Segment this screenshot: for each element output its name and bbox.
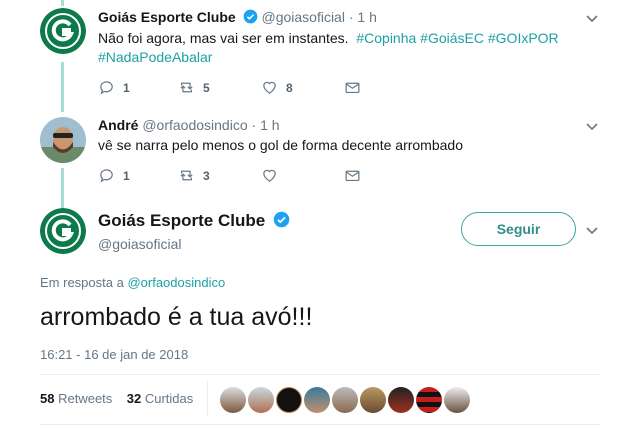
liker-avatar[interactable] [332,387,358,413]
liker-avatar[interactable] [248,387,274,413]
tweet1-actions: 1 5 8 [98,79,398,99]
main-tweet-text: arrombado é a tua avó!!! [40,303,313,331]
like-button[interactable] [261,167,286,184]
liker-avatar[interactable] [220,387,246,413]
thread-line-1 [61,62,64,112]
thread-line-top [61,0,64,6]
user-photo-icon [40,117,86,163]
retweets-stat[interactable]: 58 Retweets [40,391,116,406]
reply-to-link[interactable]: @orfaodosindico [127,275,225,290]
retweet-count: 5 [203,80,210,95]
tweet2-header: André @orfaodosindico · 1 h [98,117,280,133]
reply-count: 1 [123,168,130,183]
envelope-icon [345,170,360,182]
reply-icon [100,169,113,183]
retweets-label: Retweets [58,391,113,406]
likes-label: Curtidas [144,391,194,406]
divider-bottom [40,424,600,425]
tweet2-actions: 1 3 [98,167,398,187]
heart-icon [263,81,276,94]
main-handle[interactable]: @goiasoficial [98,236,181,252]
goias-avatar[interactable] [40,8,86,54]
liker-avatar[interactable] [388,387,414,413]
andre-avatar[interactable] [40,117,86,163]
reply-icon [100,81,113,95]
hashtag-copinha[interactable]: #Copinha [356,30,416,46]
engagement-stats: 58 Retweets 32 Curtidas [40,391,193,406]
tweet1-handle[interactable]: @goiasoficial [261,9,344,25]
goias-logo [40,208,86,254]
like-button[interactable]: 8 [261,79,293,96]
retweet-icon [180,170,193,181]
thread-line-2 [61,168,64,208]
retweet-button[interactable]: 5 [178,79,210,96]
tweet2-time[interactable]: · 1 h [252,117,280,133]
reply-button[interactable]: 1 [98,79,130,96]
retweets-count: 58 [40,391,55,406]
liker-avatar[interactable] [276,387,302,413]
tweet1-text: Não foi agora, mas vai ser em instantes.… [98,29,598,67]
hashtag-goixpor[interactable]: #GOIxPOR [488,30,559,46]
chevron-down-icon[interactable] [584,222,600,238]
liker-avatar[interactable] [444,387,470,413]
goias-logo [40,8,86,54]
chevron-down-icon[interactable] [584,10,600,26]
like-count: 8 [286,80,293,95]
main-author: Goiás Esporte Clube [98,211,290,231]
tweet1-body: Não foi agora, mas vai ser em instantes. [98,30,349,46]
reply-context: Em resposta a @orfaodosindico [40,275,225,290]
liker-avatar[interactable] [360,387,386,413]
hashtag-goiasec[interactable]: #GoiásEC [420,30,484,46]
goias-avatar-main[interactable] [40,208,86,254]
dm-button[interactable] [344,79,361,96]
tweet2-author-name[interactable]: André [98,117,138,133]
dm-button[interactable] [344,167,361,184]
retweet-count: 3 [203,168,210,183]
tweet1-header: Goiás Esporte Clube @goiasoficial · 1 h [98,9,377,25]
reply-prefix: Em resposta a [40,275,124,290]
main-timestamp[interactable]: 16:21 - 16 de jan de 2018 [40,347,188,362]
liker-avatar[interactable] [416,387,442,413]
envelope-icon [345,82,360,94]
likes-stat[interactable]: 32 Curtidas [127,391,194,406]
likes-count: 32 [126,391,142,406]
divider-top [40,374,600,375]
stats-separator [207,381,208,417]
hashtag-nadapodeabalar[interactable]: #NadaPodeAbalar [98,49,212,65]
liker-avatar[interactable] [304,387,330,413]
main-author-name[interactable]: Goiás Esporte Clube [98,211,265,230]
tweet2-text: vê se narra pelo menos o gol de forma de… [98,137,463,153]
reply-button[interactable]: 1 [98,167,130,184]
retweet-button[interactable]: 3 [178,167,210,184]
verified-icon [273,211,290,228]
verified-icon [243,9,257,24]
tweet1-author-name[interactable]: Goiás Esporte Clube [98,9,236,25]
retweet-icon [180,82,193,93]
heart-icon [263,169,276,182]
chevron-down-icon[interactable] [584,118,600,134]
tweet2-handle[interactable]: @orfaodosindico [142,117,247,133]
follow-button[interactable]: Seguir [461,212,576,246]
reply-count: 1 [123,80,130,95]
tweet1-time[interactable]: · 1 h [349,9,377,25]
